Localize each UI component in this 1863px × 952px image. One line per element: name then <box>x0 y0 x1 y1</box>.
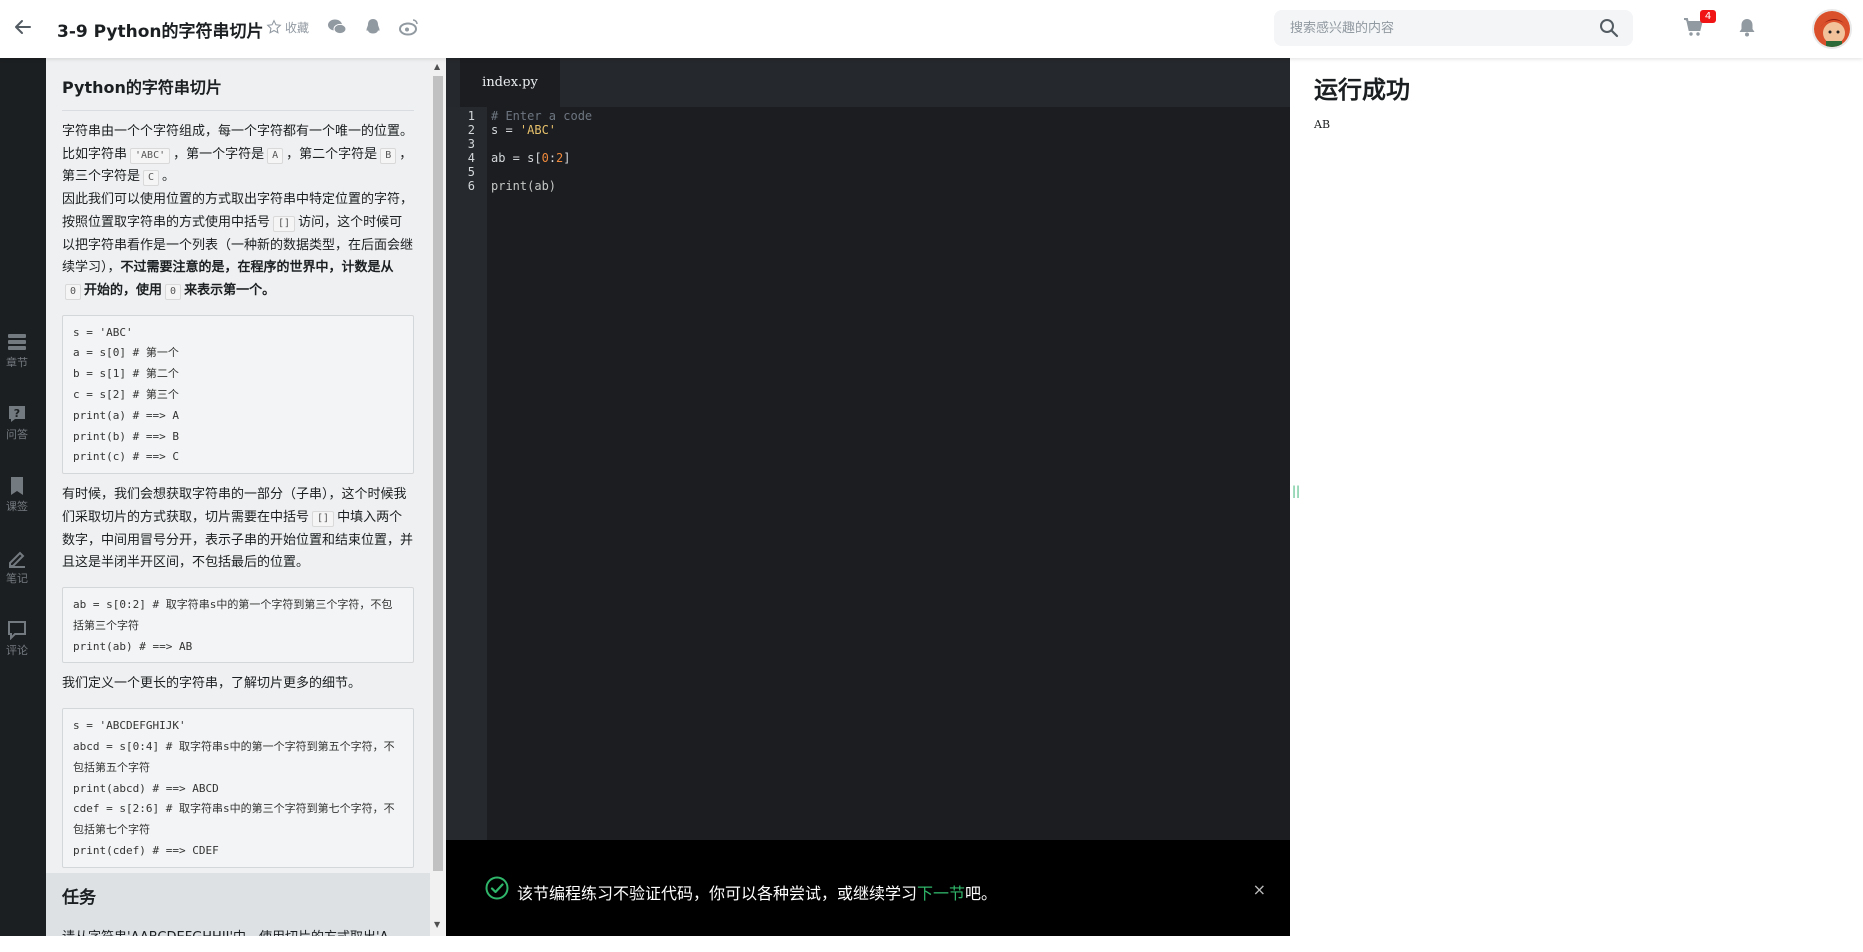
line-number: 5 <box>467 165 475 179</box>
search-icon[interactable] <box>1599 18 1619 42</box>
close-icon[interactable]: × <box>1253 880 1266 899</box>
rail-label: 笔记 <box>6 572 28 585</box>
scroll-down-arrow-icon[interactable]: ▼ <box>434 920 440 929</box>
rail-label: 问答 <box>6 428 28 441</box>
left-rail: 章节 ? 问答 课签 笔记 评论 <box>0 58 46 936</box>
star-icon <box>266 19 282 34</box>
lesson-paragraph-1: 字符串由一个个字符组成，每一个字符都有一个唯一的位置。比如字符串 'ABC' ，第一… <box>62 124 414 187</box>
lesson-title: 3-9 Python的字符串切片 <box>57 22 264 42</box>
note-icon <box>9 551 25 568</box>
notice-message: 该节编程练习不验证代码，你可以各种尝试，或继续学习下一节吧。 <box>517 884 998 903</box>
back-arrow-icon[interactable] <box>10 14 36 40</box>
rail-label: 章节 <box>6 356 28 369</box>
line-number: 3 <box>467 137 475 151</box>
rail-item-qa[interactable]: ? 问答 <box>0 404 34 442</box>
code-line-2[interactable]: s = 'ABC' <box>491 123 556 137</box>
qa-icon: ? <box>9 406 25 422</box>
scroll-thumb[interactable] <box>433 76 443 871</box>
lesson-paragraph-3: 有时候，我们会想获取字符串的一部分（子串），这个时候我们采取切片的方式获取，切片… <box>62 487 414 571</box>
next-section-link[interactable]: 下一节 <box>917 884 965 903</box>
rail-label: 课签 <box>6 500 28 513</box>
line-number: 1 <box>467 109 475 123</box>
lesson-heading: Python的字符串切片 <box>62 74 414 111</box>
code-example-1: s = 'ABC' a = s[0] # 第一个 b = s[1] # 第二个 … <box>62 314 414 475</box>
code-editor[interactable]: index.py 1 2 3 4 5 6 # Enter a code s = … <box>446 58 1290 840</box>
favorite-label: 收藏 <box>285 20 310 35</box>
code-example-3: s = 'ABCDEFGHIJK' abcd = s[0:4] # 取字符串s中… <box>62 708 414 868</box>
top-bar: 3-9 Python的字符串切片 收藏 4 <box>0 0 1863 58</box>
rail-item-comments[interactable]: 评论 <box>0 620 34 658</box>
scroll-up-arrow-icon[interactable]: ▲ <box>434 62 440 71</box>
search-box[interactable] <box>1274 10 1633 46</box>
rail-label: 评论 <box>6 644 28 657</box>
resize-handle-icon[interactable]: || <box>1292 484 1300 498</box>
lesson-scrollbar[interactable]: ▲ ▼ <box>430 58 446 936</box>
header-actions: 收藏 <box>266 18 419 36</box>
editor-tab-bar: index.py <box>446 58 1290 107</box>
svg-text:?: ? <box>14 407 20 420</box>
lesson-panel: Python的字符串切片 字符串由一个个字符组成，每一个字符都有一个唯一的位置。… <box>46 58 430 936</box>
search-input[interactable] <box>1290 10 1590 46</box>
rail-item-notes[interactable]: 笔记 <box>0 548 34 586</box>
weibo-icon[interactable] <box>399 18 419 36</box>
wechat-icon[interactable] <box>327 18 347 36</box>
comment-icon <box>8 621 26 640</box>
favorite-button[interactable]: 收藏 <box>266 19 309 36</box>
line-number: 6 <box>467 179 475 193</box>
line-gutter: 1 2 3 4 5 6 <box>446 107 487 840</box>
user-avatar[interactable] <box>1812 9 1852 49</box>
task-heading: 任务 <box>62 888 96 908</box>
run-output-text: AB <box>1314 118 1331 131</box>
lesson-paragraph-2: 因此我们可以使用位置的方式取出字符串中特定位置的字符，按照位置取字符串的方式使用… <box>62 192 414 300</box>
rail-item-chapters[interactable]: 章节 <box>0 332 34 370</box>
lesson-paragraph-4: 我们定义一个更长的字符串，了解切片更多的细节。 <box>62 676 362 692</box>
task-text: 请从字符串'AABCDEFGHHIJ'中，使用切片的方式取出'A <box>62 927 389 936</box>
code-example-2: ab = s[0:2] # 取字符串s中的第一个字符到第三个字符，不包括第三个字… <box>62 587 414 664</box>
notification-bell-icon[interactable] <box>1738 17 1756 41</box>
rail-item-bookmark[interactable]: 课签 <box>0 476 34 514</box>
code-line-4[interactable]: ab = s[0:2] <box>491 151 571 165</box>
bookmark-icon <box>11 477 23 495</box>
cart-count-badge: 4 <box>1700 10 1716 23</box>
notice-bar: 该节编程练习不验证代码，你可以各种尝试，或继续学习下一节吧。 × <box>446 840 1290 936</box>
line-number: 4 <box>467 151 475 165</box>
check-circle-icon <box>485 876 509 904</box>
code-line-1[interactable]: # Enter a code <box>491 109 592 123</box>
chapters-icon <box>8 334 26 350</box>
tab-index-py[interactable]: index.py <box>460 58 560 107</box>
qq-icon[interactable] <box>365 18 381 36</box>
output-panel: 运行成功 AB <box>1290 58 1863 936</box>
code-line-6[interactable]: print(ab) <box>491 179 556 193</box>
line-number: 2 <box>467 123 475 137</box>
task-section: 任务 请从字符串'AABCDEFGHHIJ'中，使用切片的方式取出'A <box>46 873 430 936</box>
run-status-heading: 运行成功 <box>1314 76 1410 104</box>
